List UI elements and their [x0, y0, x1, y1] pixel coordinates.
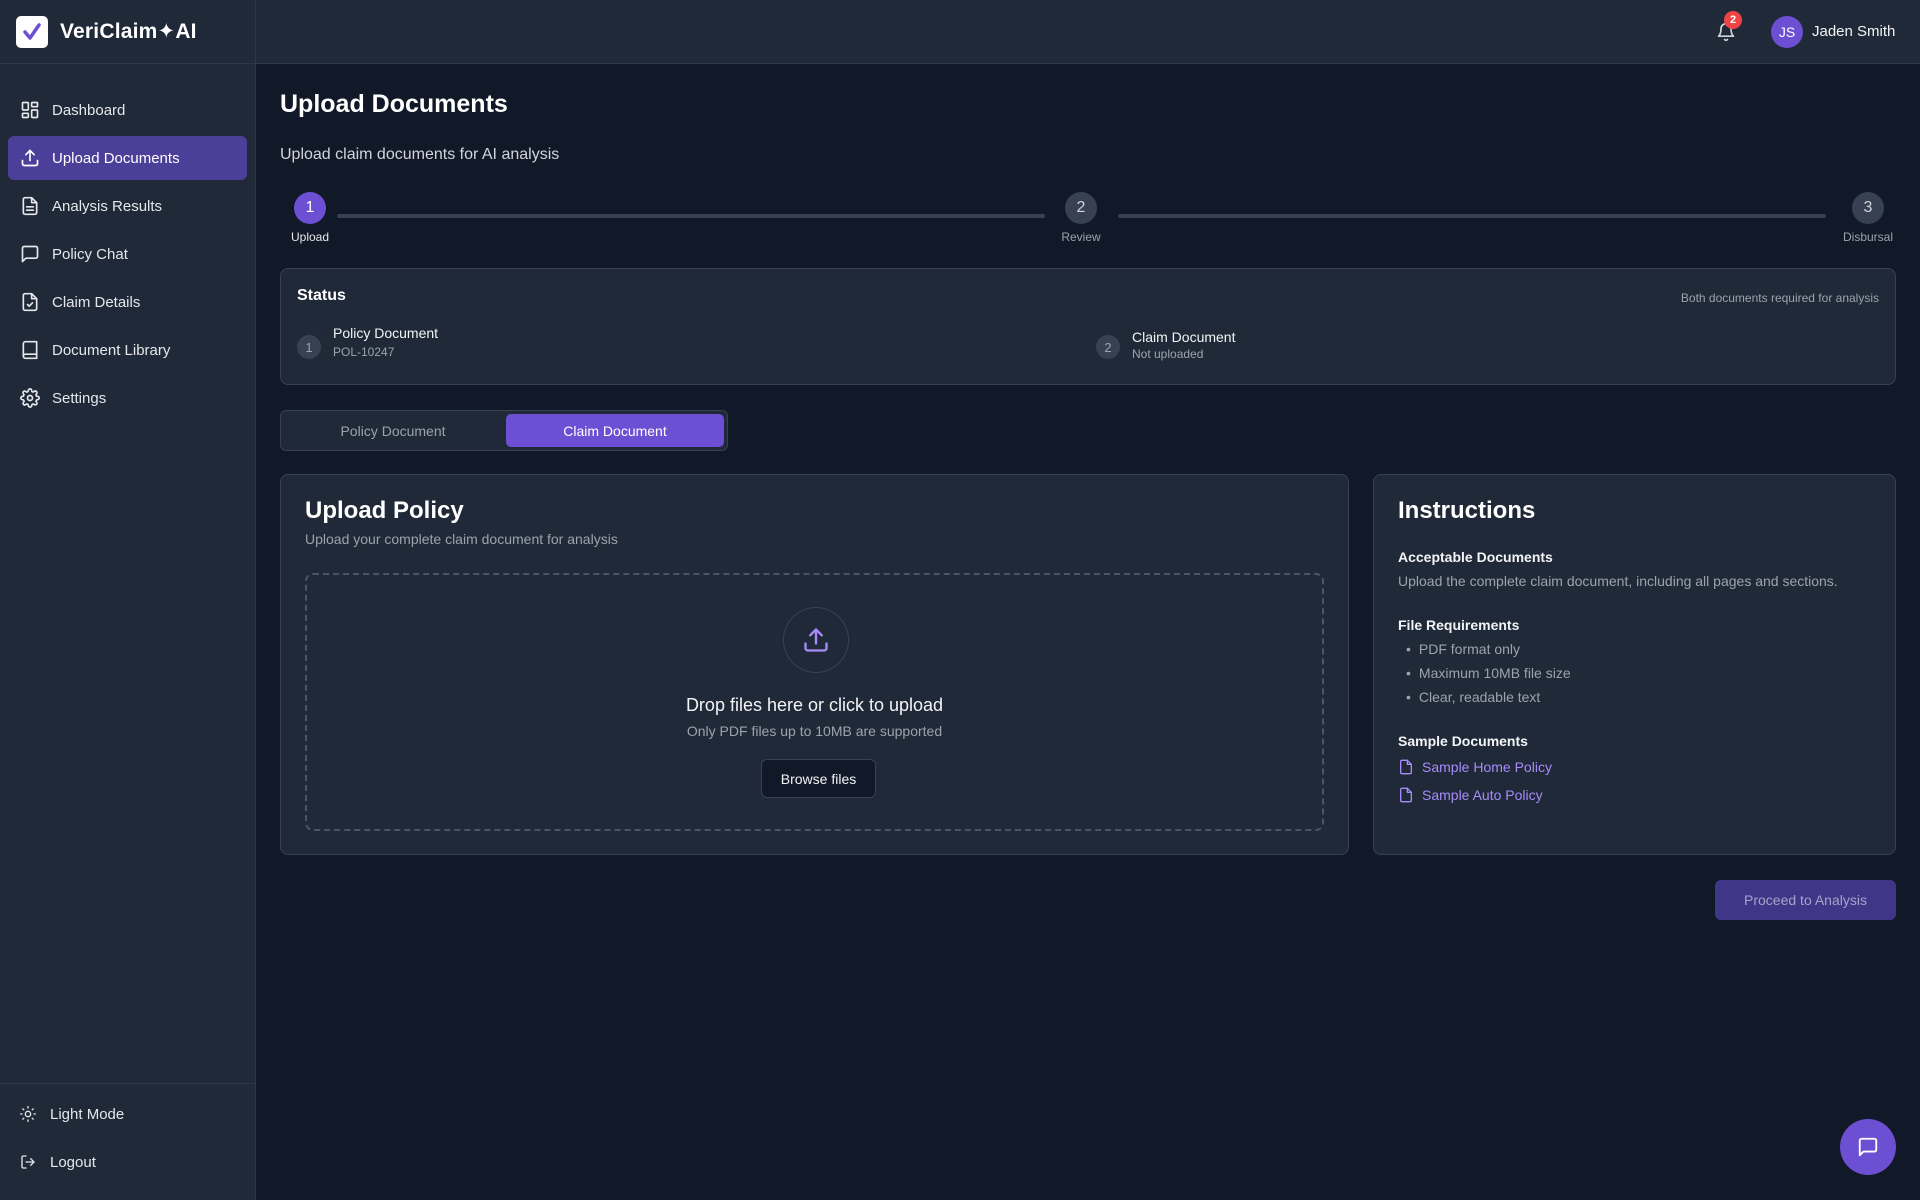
file-requirements-heading: File Requirements	[1398, 617, 1520, 633]
sidebar-item-label: Settings	[52, 389, 107, 407]
app-name: VeriClaim✦AI	[60, 20, 197, 43]
status-number: 2	[1096, 335, 1120, 359]
acceptable-documents-text: Upload the complete claim document, incl…	[1398, 573, 1838, 589]
step-label: Review	[1061, 230, 1101, 244]
sidebar-item-label: Document Library	[52, 341, 171, 359]
chat-icon	[1857, 1136, 1879, 1158]
file-dropzone[interactable]: Drop files here or click to upload Only …	[305, 573, 1324, 831]
light-mode-label: Light Mode	[50, 1105, 125, 1123]
sidebar: VeriClaim✦AI Dashboard Upload Documents …	[0, 0, 256, 1200]
file-icon	[1398, 759, 1414, 775]
status-number: 1	[297, 335, 321, 359]
requirement-item: PDF format only	[1406, 641, 1520, 657]
step-connector	[337, 214, 1045, 218]
sample-documents-heading: Sample Documents	[1398, 733, 1528, 749]
upload-icon	[20, 148, 40, 168]
page-title: Upload Documents	[280, 90, 508, 118]
instructions-title: Instructions	[1398, 497, 1536, 524]
instructions-card: Instructions Acceptable Documents Upload…	[1373, 474, 1896, 855]
dropzone-title: Drop files here or click to upload	[685, 695, 944, 715]
step-number: 2	[1065, 192, 1097, 224]
status-title: Status	[297, 287, 346, 304]
sample-link-label: Sample Home Policy	[1422, 759, 1552, 775]
sidebar-item-label: Analysis Results	[52, 197, 163, 215]
browse-files-button[interactable]: Browse files	[761, 759, 876, 798]
notification-badge: 2	[1724, 11, 1742, 29]
sample-auto-policy-link[interactable]: Sample Auto Policy	[1398, 787, 1543, 803]
upload-title: Upload Policy	[305, 497, 464, 524]
step-label: Upload	[290, 230, 330, 244]
sample-link-label: Sample Auto Policy	[1422, 787, 1543, 803]
sample-home-policy-link[interactable]: Sample Home Policy	[1398, 759, 1552, 775]
logout-icon	[18, 1152, 38, 1172]
logo-icon	[16, 15, 48, 48]
step-upload: 1 Upload	[280, 192, 340, 244]
acceptable-documents-heading: Acceptable Documents	[1398, 549, 1553, 565]
status-name: Policy Document	[333, 325, 439, 341]
top-bar: 2 JS Jaden Smith	[256, 0, 1920, 64]
page-subtitle: Upload claim documents for AI analysis	[280, 146, 560, 163]
sun-icon	[18, 1104, 38, 1124]
dropzone-hint: Only PDF files up to 10MB are supported	[686, 723, 943, 739]
book-icon	[20, 340, 40, 360]
sidebar-footer: Light Mode Logout	[0, 1083, 255, 1200]
light-mode-toggle[interactable]: Light Mode	[8, 1092, 247, 1136]
file-check-icon	[20, 292, 40, 312]
step-disbursal: 3 Disbursal	[1838, 192, 1898, 244]
upload-subtitle: Upload your complete claim document for …	[305, 531, 618, 547]
tab-policy-document[interactable]: Policy Document	[284, 414, 502, 447]
status-detail: Not uploaded	[1132, 347, 1204, 361]
requirement-item: Maximum 10MB file size	[1406, 665, 1571, 681]
status-detail: POL-10247	[333, 345, 395, 359]
step-label: Disbursal	[1842, 230, 1893, 244]
proceed-to-analysis-button[interactable]: Proceed to Analysis	[1715, 880, 1896, 920]
user-name[interactable]: Jaden Smith	[1812, 23, 1895, 40]
avatar[interactable]: JS	[1771, 16, 1803, 48]
status-note: Both documents required for analysis	[1680, 291, 1879, 305]
status-policy-document: 1 Policy Document POL-10247	[297, 325, 438, 359]
sidebar-item-upload-documents[interactable]: Upload Documents	[8, 136, 247, 180]
sidebar-item-claim-details[interactable]: Claim Details	[8, 280, 247, 324]
dashboard-icon	[20, 100, 40, 120]
status-card: Status Both documents required for analy…	[280, 268, 1896, 385]
upload-icon	[783, 607, 849, 673]
step-review: 2 Review	[1051, 192, 1111, 244]
sidebar-item-document-library[interactable]: Document Library	[8, 328, 247, 372]
sidebar-item-label: Policy Chat	[52, 245, 128, 263]
sidebar-item-settings[interactable]: Settings	[8, 376, 247, 420]
sidebar-item-label: Claim Details	[52, 293, 141, 311]
sidebar-item-analysis-results[interactable]: Analysis Results	[8, 184, 247, 228]
logout-label: Logout	[50, 1153, 96, 1171]
sidebar-nav: Dashboard Upload Documents Analysis Resu…	[0, 64, 255, 420]
chat-button[interactable]	[1840, 1119, 1896, 1175]
brand[interactable]: VeriClaim✦AI	[0, 0, 255, 64]
requirement-item: Clear, readable text	[1406, 689, 1540, 705]
sidebar-item-policy-chat[interactable]: Policy Chat	[8, 232, 247, 276]
sidebar-item-label: Upload Documents	[52, 149, 180, 167]
upload-card: Upload Policy Upload your complete claim…	[280, 474, 1349, 855]
step-number: 1	[294, 192, 326, 224]
logout-button[interactable]: Logout	[8, 1140, 247, 1184]
status-claim-document: 2 Claim Document Not uploaded	[1096, 329, 1235, 361]
step-number: 3	[1852, 192, 1884, 224]
file-icon	[1398, 787, 1414, 803]
message-icon	[20, 244, 40, 264]
gear-icon	[20, 388, 40, 408]
status-name: Claim Document	[1132, 329, 1236, 345]
sidebar-item-dashboard[interactable]: Dashboard	[8, 88, 247, 132]
file-text-icon	[20, 196, 40, 216]
step-connector	[1118, 214, 1826, 218]
sidebar-item-label: Dashboard	[52, 101, 126, 119]
tab-claim-document[interactable]: Claim Document	[506, 414, 724, 447]
document-tabs: Policy Document Claim Document	[280, 410, 728, 451]
